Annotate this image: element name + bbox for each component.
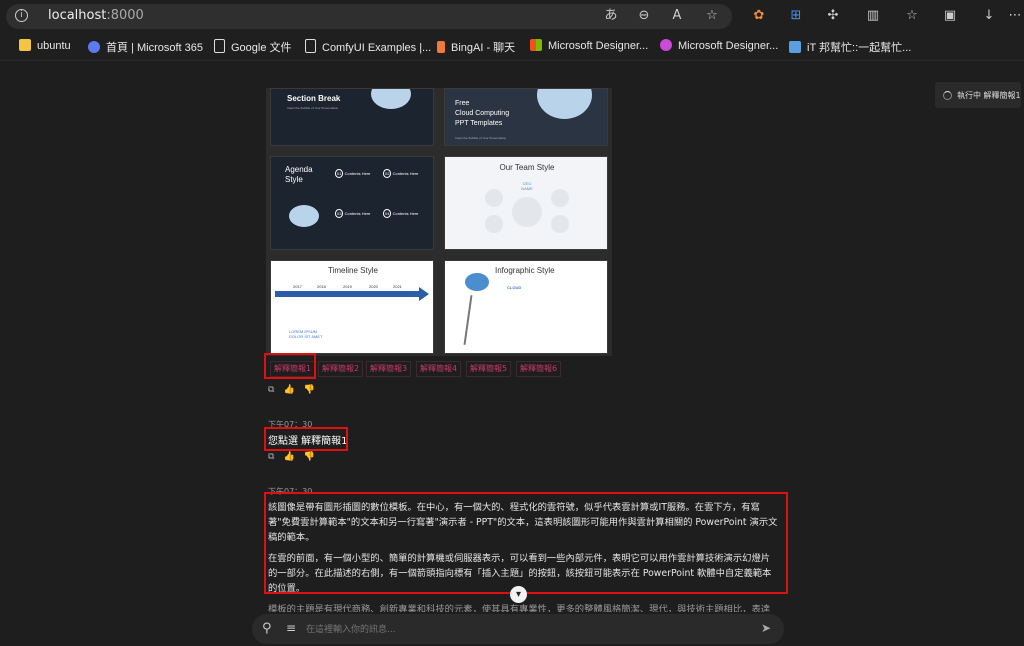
message-composer: ⚲ ≡ ➤: [252, 614, 784, 644]
agenda-item-2: 02 Contents Here: [383, 169, 419, 178]
agenda-item-1: 01 Contents Here: [335, 169, 371, 178]
doc-icon: [214, 39, 225, 53]
zoom-icon[interactable]: ⊖: [635, 7, 653, 25]
team-circle: [485, 189, 503, 207]
folder-icon: [19, 39, 31, 51]
bingai-icon: [437, 41, 445, 53]
tab-explain-slide-2[interactable]: 解釋簡報2: [318, 361, 364, 377]
settings-sliders-icon[interactable]: ≡: [286, 621, 296, 635]
browser-toolbar: i localhost:8000 あ ⊖ A ☆ ✿ ⊞ ✣ ▥ ☆ ▣ ↓ ⋯: [0, 0, 1024, 33]
bookmark-designer-2[interactable]: Microsoft Designer...: [660, 39, 778, 52]
ceo-label: CEO NAME: [521, 181, 533, 191]
tab-explain-slide-3[interactable]: 解釋簡報3: [366, 361, 412, 377]
slide-thumbnail-6[interactable]: Infographic Style CLOUD: [444, 260, 608, 354]
running-status: 執行中 解釋簡報1: [935, 82, 1021, 108]
cloud-graphic: [289, 205, 319, 227]
timeline-year: 2020: [369, 284, 378, 289]
url-text: localhost:8000: [48, 8, 144, 23]
doc-icon: [305, 39, 316, 53]
team-circle: [551, 189, 569, 207]
extension-cookie-icon[interactable]: ✿: [750, 7, 768, 25]
ithome-icon: [789, 41, 801, 53]
slide-preview-grid: Section Break Insert the Subtitle of You…: [266, 88, 612, 356]
slide-title: Timeline Style: [328, 266, 378, 275]
agenda-item-4: 04 Contents Here: [383, 209, 419, 218]
slide-subtitle: Insert the Subtitle of Your Presentation: [287, 106, 339, 110]
ladder-graphic: [463, 295, 473, 345]
thumbs-down-icon[interactable]: 👎: [304, 452, 315, 462]
spinner-icon: [943, 91, 952, 100]
status-label: 執行中 解釋簡報1: [957, 91, 1021, 100]
slide-title: Our Team Style: [499, 163, 555, 172]
timeline-caption: LOREM IPSUM DOLOR SIT AMET: [289, 329, 323, 339]
slide-title: Infographic Style: [495, 266, 555, 275]
address-bar[interactable]: i localhost:8000 あ ⊖ A ☆: [6, 4, 732, 29]
timeline-year: 2018: [317, 284, 326, 289]
ms-logo-icon: [530, 39, 542, 51]
downloads-icon[interactable]: ↓: [980, 7, 998, 25]
attach-icon[interactable]: ⚲: [262, 621, 272, 636]
answer-paragraph-cut: 模板的主題是有現代商務、創新專業和科技的元素，使其具有專業性，更多的整體風格簡潔…: [268, 604, 771, 612]
thumbs-down-icon[interactable]: 👎: [304, 385, 315, 395]
timeline-year: 2021: [393, 284, 402, 289]
slide-thumbnail-4[interactable]: Our Team Style CEO NAME: [444, 156, 608, 250]
timeline-year: 2019: [343, 284, 352, 289]
thumbs-up-icon[interactable]: 👍: [283, 385, 294, 395]
infographic-badge: CLOUD: [507, 285, 522, 290]
send-icon[interactable]: ➤: [761, 621, 771, 635]
split-screen-icon[interactable]: ▥: [864, 7, 882, 25]
thumbs-up-icon[interactable]: 👍: [283, 452, 294, 462]
team-circle: [551, 215, 569, 233]
slide-title: Section Break: [287, 94, 341, 103]
translate-extension-icon[interactable]: ⊞: [787, 7, 805, 25]
slide-title: Agenda Style: [285, 165, 313, 184]
designer-icon: [660, 39, 672, 51]
favorite-star-icon[interactable]: ☆: [703, 7, 721, 25]
slide-thumbnail-5[interactable]: Timeline Style 2017 2018 2019 2020 2021 …: [270, 260, 434, 354]
highlight-box: [264, 353, 316, 379]
message-input[interactable]: [304, 620, 748, 640]
bookmark-google-docs[interactable]: Google 文件: [214, 39, 292, 55]
slide-thumbnail-2[interactable]: Free Cloud Computing PPT Templates Inser…: [444, 88, 608, 146]
message-actions: ⧉ 👍 👎: [268, 452, 324, 462]
cloud-graphic: [371, 89, 411, 109]
slide-thumbnail-3[interactable]: Agenda Style 01 Contents Here 02 Content…: [270, 156, 434, 250]
site-info-icon[interactable]: i: [15, 9, 28, 22]
slide-subtitle: Insert the Subtitle of Your Presentation: [455, 136, 507, 140]
slide-title: Free Cloud Computing PPT Templates: [455, 100, 510, 127]
tab-explain-slide-4[interactable]: 解釋簡報4: [416, 361, 462, 377]
tab-explain-slide-6[interactable]: 解釋簡報6: [516, 361, 562, 377]
extensions-puzzle-icon[interactable]: ✣: [824, 7, 842, 25]
m365-icon: [88, 41, 100, 53]
team-center-circle: [512, 197, 542, 227]
scroll-down-button[interactable]: ▾: [510, 586, 527, 603]
favorites-icon[interactable]: ☆: [903, 7, 921, 25]
highlight-box: [264, 492, 788, 594]
read-aloud-icon[interactable]: あ: [602, 7, 620, 25]
bookmark-designer-1[interactable]: Microsoft Designer...: [530, 39, 648, 52]
copy-icon[interactable]: ⧉: [268, 452, 274, 462]
message-actions: ⧉ 👍 👎: [268, 385, 324, 395]
collections-icon[interactable]: ▣: [941, 7, 959, 25]
timeline-year: 2017: [293, 284, 302, 289]
text-size-icon[interactable]: A: [668, 7, 686, 25]
copy-icon[interactable]: ⧉: [268, 385, 274, 395]
highlight-box: [264, 427, 348, 451]
timeline-arrow: [419, 287, 429, 301]
more-menu-icon[interactable]: ⋯: [1006, 7, 1024, 25]
bookmark-ubuntu[interactable]: ubuntu: [19, 39, 71, 52]
bookmark-comfyui[interactable]: ComfyUI Examples |...: [305, 39, 431, 54]
bookmark-bingai[interactable]: BingAI - 聊天: [437, 39, 515, 55]
bookmark-ithome[interactable]: iT 邦幫忙::一起幫忙...: [789, 39, 911, 55]
timeline-bar: [275, 291, 421, 297]
team-circle: [485, 215, 503, 233]
bookmark-m365[interactable]: 首頁 | Microsoft 365: [88, 39, 203, 55]
bookmarks-bar: ubuntu 首頁 | Microsoft 365 Google 文件 Comf…: [0, 33, 1024, 61]
tab-explain-slide-5[interactable]: 解釋簡報5: [466, 361, 512, 377]
slide-thumbnail-1[interactable]: Section Break Insert the Subtitle of You…: [270, 88, 434, 146]
agenda-item-3: 03 Contents Here: [335, 209, 371, 218]
cloud-graphic: [537, 89, 592, 119]
cloud-graphic: [465, 273, 489, 291]
